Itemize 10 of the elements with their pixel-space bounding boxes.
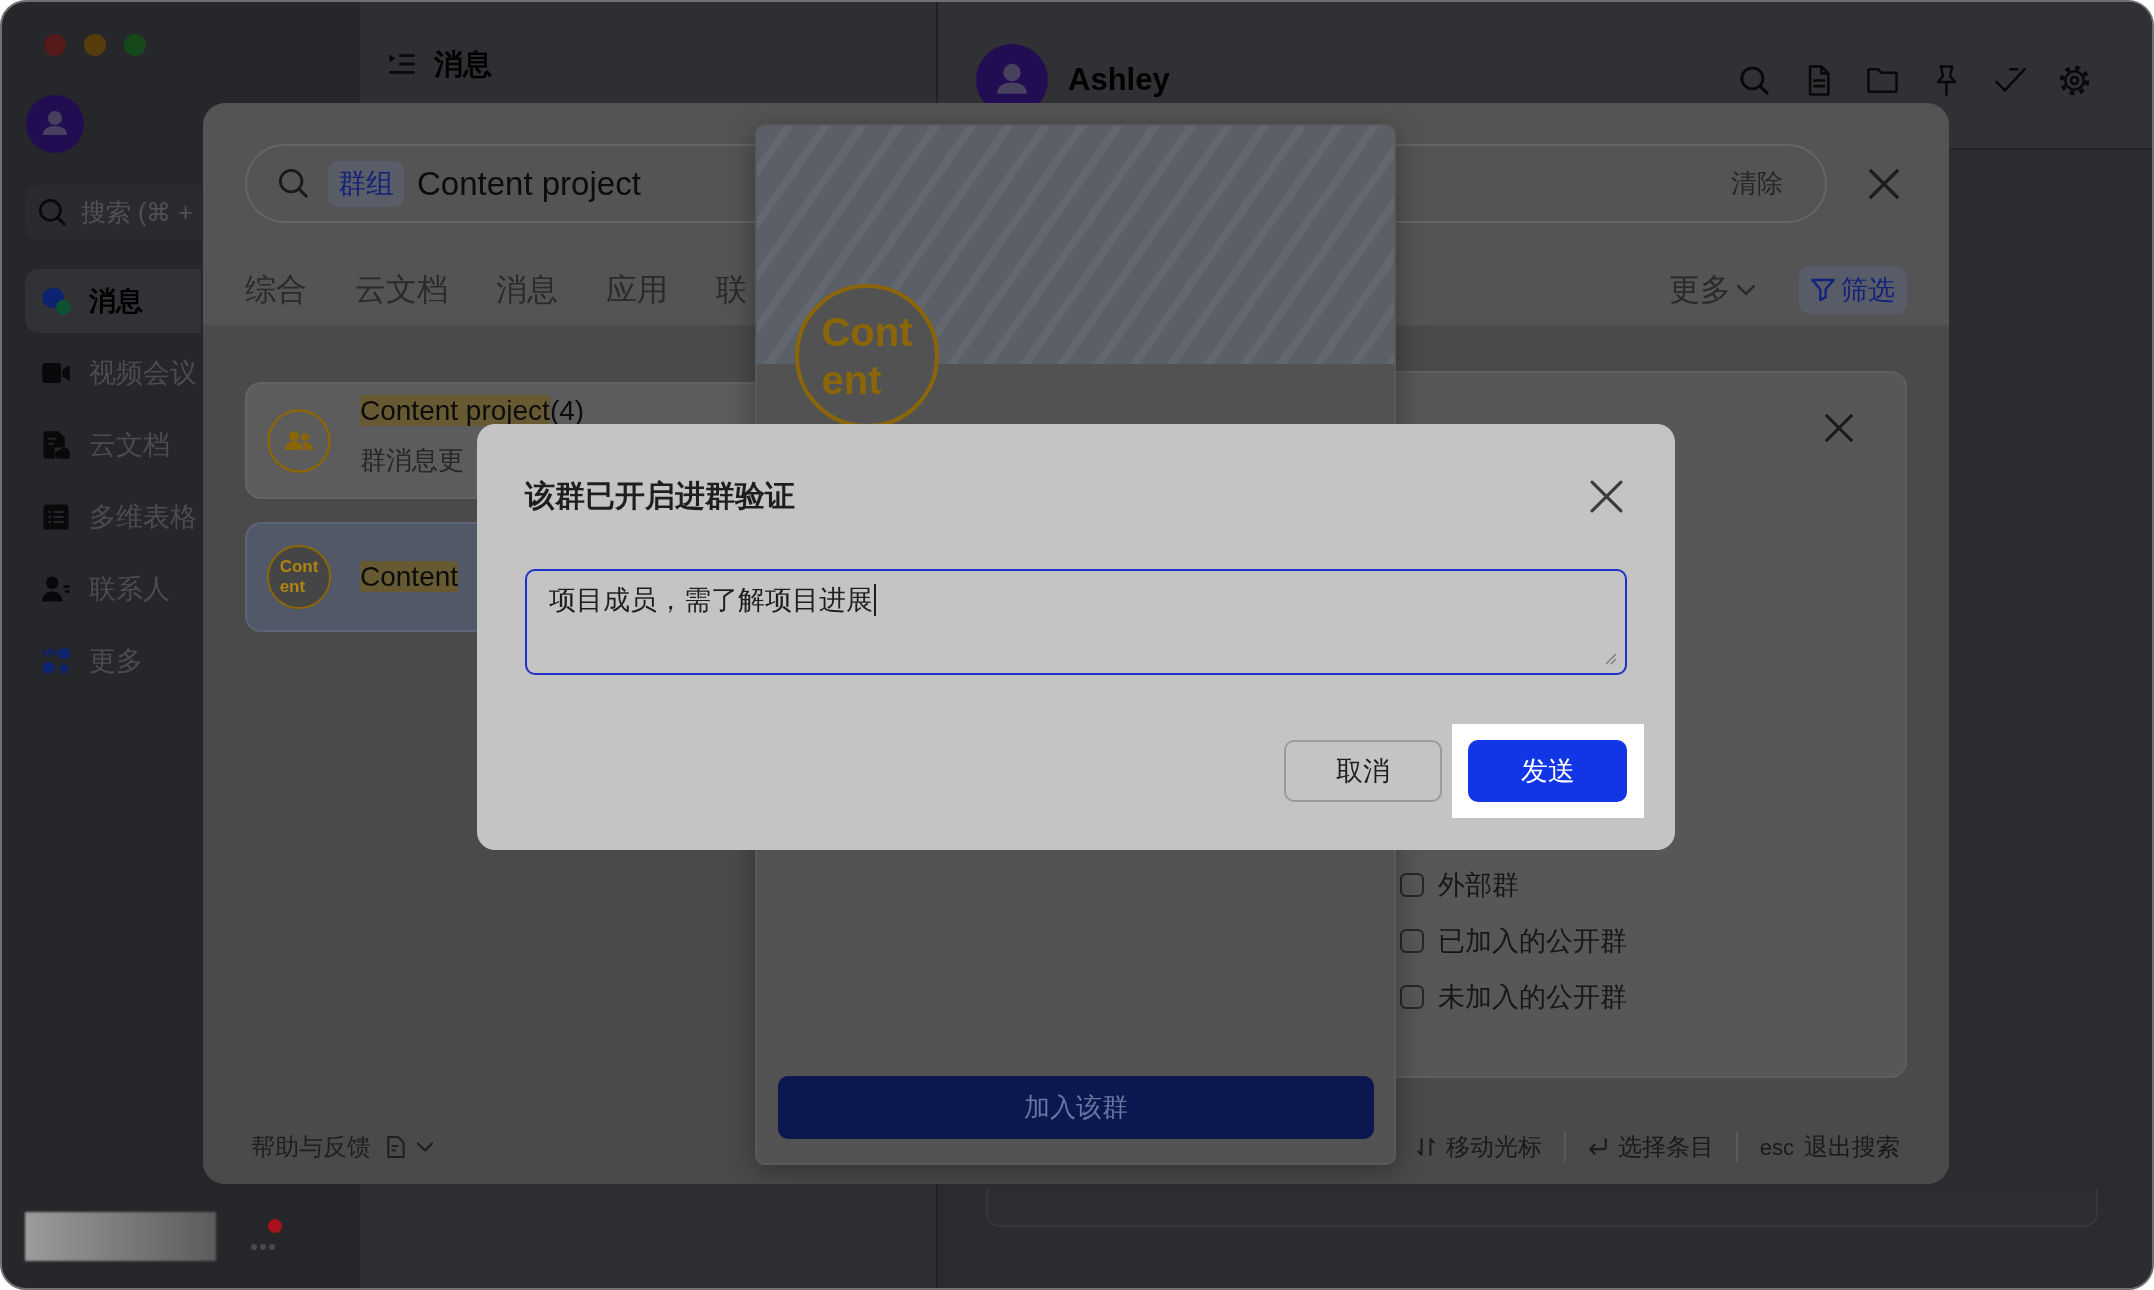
group-avatar: Cont ent [267, 545, 331, 609]
filter-option-label: 外部群 [1438, 871, 1519, 899]
message-text: 项目成员，需了解项目进展 [549, 584, 873, 617]
filter-option-label: 未加入的公开群 [1438, 983, 1627, 1011]
scope-tag: 群组 [328, 160, 404, 207]
filter-option-label: 已加入的公开群 [1438, 927, 1627, 955]
search-query: Content project [417, 163, 641, 204]
result-title: Content project(4) [360, 398, 585, 424]
dialog-title: 该群已开启进群验证 [525, 478, 795, 514]
result-title: Content [360, 564, 459, 590]
